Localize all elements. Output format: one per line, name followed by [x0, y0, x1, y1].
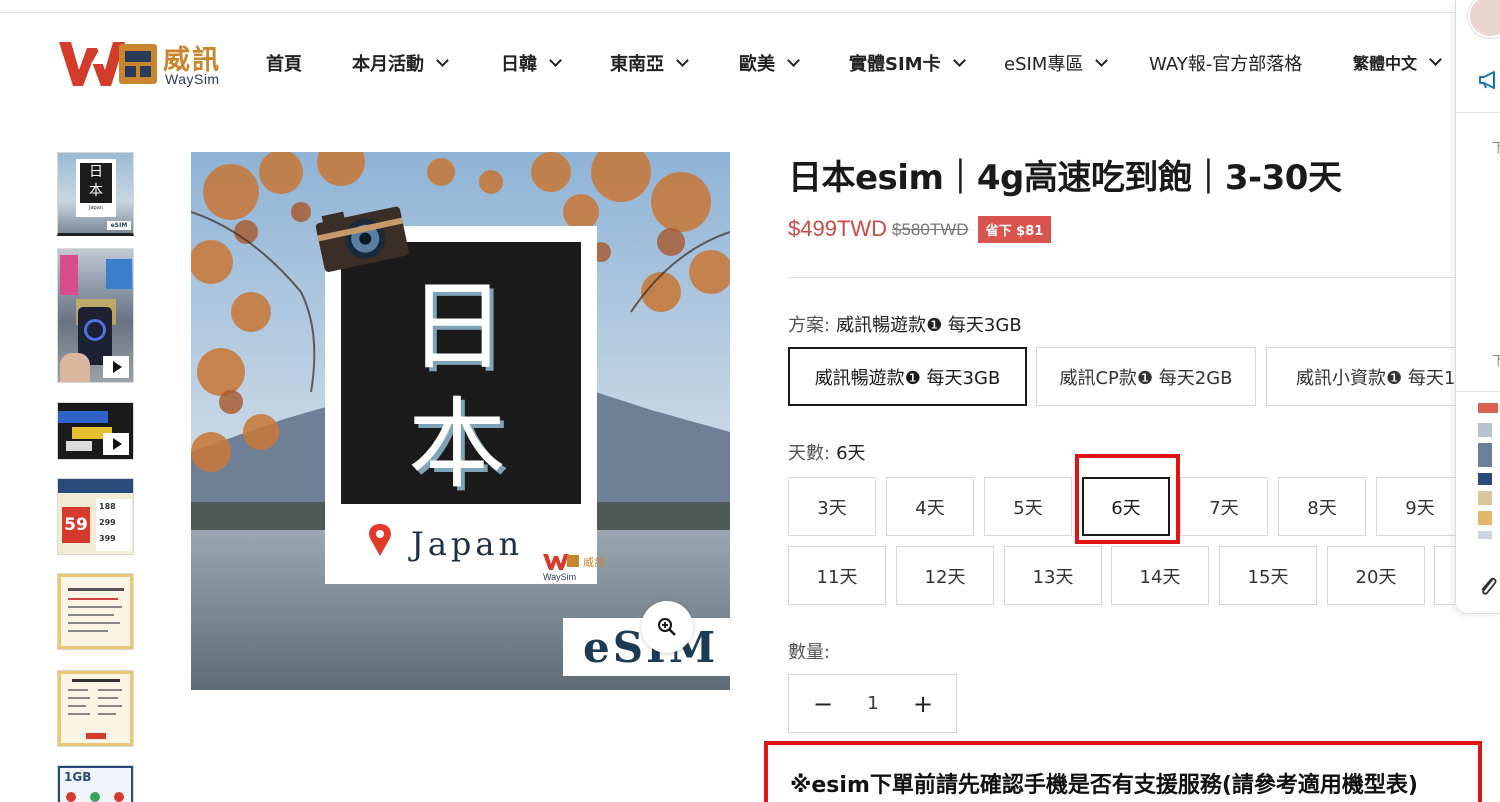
chevron-down-icon — [1429, 53, 1442, 66]
zoom-button[interactable] — [641, 601, 693, 653]
svg-text:日: 日 — [408, 270, 506, 384]
nav-esim-zone[interactable]: eSIM專區 — [1004, 50, 1109, 76]
divider — [1456, 391, 1500, 392]
thumbnail-7[interactable]: 1GB — [57, 765, 134, 802]
divider — [788, 277, 1500, 278]
quantity-label: 數量: — [788, 642, 831, 663]
thumbnail-6[interactable] — [57, 670, 134, 747]
day-option-15[interactable]: 15天 — [1219, 546, 1317, 605]
svg-text:WaySim: WaySim — [543, 572, 576, 582]
side-text-2: 下 — [1492, 350, 1500, 369]
brand-name-en: WaySim — [165, 71, 220, 87]
day-option-5[interactable]: 5天 — [984, 477, 1072, 536]
thumbnail-5[interactable] — [57, 573, 134, 650]
play-icon — [103, 356, 129, 378]
day-option-partial[interactable] — [1434, 546, 1455, 605]
side-preview-thumbnails[interactable] — [1478, 403, 1498, 547]
day-option-13[interactable]: 13天 — [1004, 546, 1102, 605]
nav-home[interactable]: 首頁 — [266, 50, 302, 76]
plan-option-1[interactable]: 威訊暢遊款❶ 每天3GB — [788, 347, 1027, 406]
brand-logo[interactable]: 威訊 WaySim — [57, 38, 222, 92]
play-icon — [103, 433, 129, 455]
device-compatibility-notice: ※esim下單前請先確認手機是否有支援服務(請參考適用機型表) — [764, 741, 1482, 802]
chevron-down-icon — [952, 54, 966, 67]
quantity-increase-button[interactable]: + — [889, 675, 957, 732]
svg-text:Japan: Japan — [408, 525, 523, 563]
side-chat-panel: 下 下 — [1455, 0, 1500, 614]
day-option-4[interactable]: 4天 — [886, 477, 974, 536]
notice-text: ※esim下單前請先確認手機是否有支援服務(請參考適用機型表) — [790, 773, 1418, 798]
days-label: 天數: 6天 — [788, 443, 866, 464]
chevron-down-icon — [676, 54, 689, 67]
nav-monthly-events[interactable]: 本月活動 — [352, 50, 449, 76]
svg-text:威訊: 威訊 — [583, 555, 605, 569]
product-main-image[interactable]: 日 日 本 本 Japan eSIM WaySim 威訊 — [191, 152, 730, 690]
day-option-12[interactable]: 12天 — [896, 546, 994, 605]
sale-price: $499TWD — [788, 216, 888, 241]
chevron-down-icon — [787, 54, 800, 67]
quantity-decrease-button[interactable]: − — [789, 675, 857, 732]
day-option-9[interactable]: 9天 — [1376, 477, 1464, 536]
day-option-11[interactable]: 11天 — [788, 546, 886, 605]
thumbnail-3-video[interactable] — [57, 402, 134, 460]
nav-japan-korea[interactable]: 日韓 — [501, 50, 562, 76]
days-selected-value: 6天 — [836, 443, 866, 464]
thumbnail-2-video[interactable] — [57, 248, 134, 383]
plan-selected-value: 威訊暢遊款❶ 每天3GB — [836, 315, 1022, 336]
discount-badge: 省下 $81 — [978, 216, 1051, 243]
megaphone-icon[interactable] — [1478, 70, 1500, 90]
nav-europe-america[interactable]: 歐美 — [739, 50, 800, 76]
day-option-7[interactable]: 7天 — [1180, 477, 1268, 536]
original-price: $580TWD — [892, 220, 969, 239]
nav-southeast-asia[interactable]: 東南亞 — [610, 50, 689, 76]
quantity-input[interactable]: 1 — [857, 675, 889, 732]
paperclip-icon[interactable] — [1478, 574, 1498, 598]
browser-top-border — [0, 0, 1500, 13]
chevron-down-icon — [1095, 54, 1109, 67]
waysim-logo-icon — [59, 42, 157, 86]
avatar[interactable] — [1468, 0, 1500, 38]
svg-text:本: 本 — [408, 388, 506, 502]
thumbnail-1[interactable]: 日本 Japan eSIM — [57, 152, 134, 236]
day-option-8[interactable]: 8天 — [1278, 477, 1366, 536]
plan-option-2[interactable]: 威訊CP款❶ 每天2GB — [1036, 347, 1256, 406]
nav-physical-sim[interactable]: 實體SIM卡 — [849, 50, 966, 76]
day-option-14[interactable]: 14天 — [1111, 546, 1209, 605]
divider — [1456, 112, 1500, 113]
day-option-3[interactable]: 3天 — [788, 477, 876, 536]
quantity-stepper: − 1 + — [788, 674, 957, 733]
selection-highlight — [1075, 454, 1180, 544]
side-text-1: 下 — [1492, 137, 1500, 156]
nav-language[interactable]: 繁體中文 — [1353, 50, 1442, 74]
product-title: 日本esim｜4g高速吃到飽｜3-30天 — [788, 158, 1342, 198]
day-option-20[interactable]: 20天 — [1327, 546, 1425, 605]
plan-label: 方案: 威訊暢遊款❶ 每天3GB — [788, 315, 1022, 336]
nav-blog[interactable]: WAY報-官方部落格 — [1149, 50, 1302, 76]
chevron-down-icon — [549, 54, 562, 67]
chevron-down-icon — [436, 54, 449, 67]
zoom-in-icon — [658, 618, 676, 636]
thumbnail-4[interactable]: 59 188 299 399 — [57, 478, 134, 555]
